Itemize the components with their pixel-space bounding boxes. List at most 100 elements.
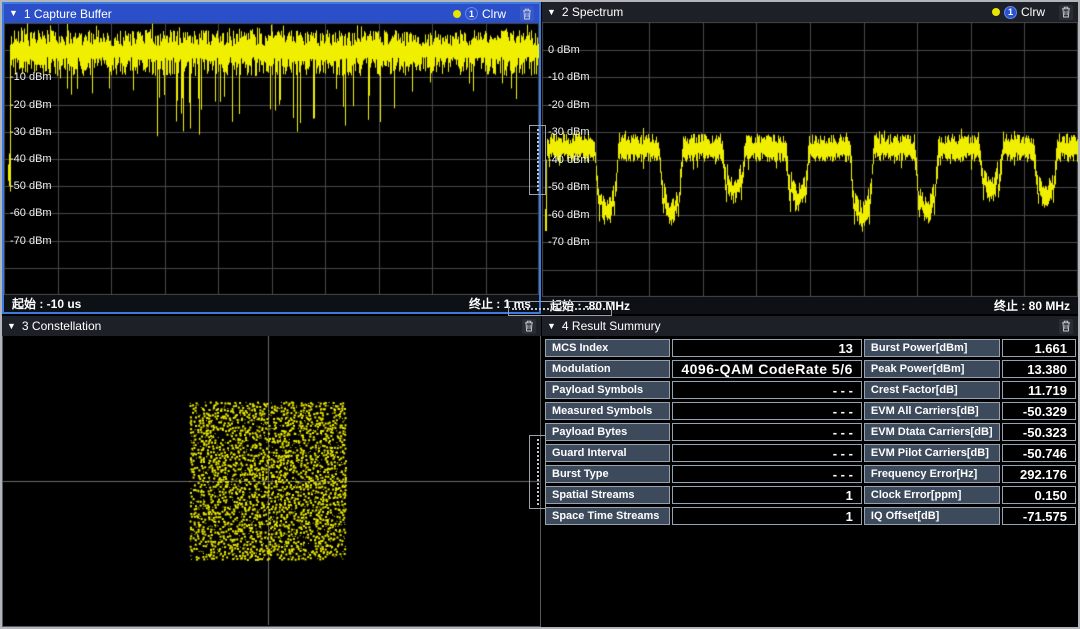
window-constellation: ▼ 3 Constellation — [2, 316, 541, 627]
trace-color-dot-icon — [453, 10, 461, 18]
result-label-cell: EVM Dtata Carriers[dB] — [864, 423, 1000, 441]
result-summary-titlebar[interactable]: ▼ 4 Result Summury — [542, 316, 1078, 336]
result-label-cell: Crest Factor[dB] — [864, 381, 1000, 399]
collapse-icon[interactable]: ▼ — [547, 8, 556, 17]
y-axis-label: -20 dBm — [10, 98, 52, 112]
result-value-cell: - - - — [672, 381, 862, 399]
constellation-titlebar[interactable]: ▼ 3 Constellation — [2, 316, 541, 336]
result-value-cell: 4096-QAM CodeRate 5/6 — [672, 360, 862, 378]
collapse-icon[interactable]: ▼ — [547, 322, 556, 331]
collapse-icon[interactable]: ▼ — [9, 9, 18, 18]
capture-buffer-canvas — [4, 23, 539, 295]
result-label-cell: Measured Symbols — [545, 402, 670, 420]
splitter-horizontal-center[interactable] — [508, 301, 612, 316]
analyzer-screen: ▼ 1 Capture Buffer 1 Clrw -10 dBm -20 dBm… — [0, 0, 1080, 629]
y-axis-label: -60 dBm — [10, 206, 52, 220]
delete-window-button[interactable] — [1059, 319, 1073, 334]
x-end-label: 终止 : 80 MHz — [994, 297, 1070, 314]
window-result-summary: ▼ 4 Result Summury MCS Index 13 Burst Po… — [542, 316, 1078, 627]
y-axis-label: -40 dBm — [548, 153, 590, 167]
splitter-vertical-bottom[interactable] — [529, 435, 546, 509]
result-label-cell: Peak Power[dBm] — [864, 360, 1000, 378]
result-value-cell: 1.661 — [1002, 339, 1076, 357]
y-axis-label: -70 dBm — [548, 235, 590, 249]
y-axis-label: -10 dBm — [10, 70, 52, 84]
result-value-cell: - - - — [672, 423, 862, 441]
splitter-vertical-top[interactable] — [529, 125, 546, 195]
result-label-cell: Payload Symbols — [545, 381, 670, 399]
trace-mode-label: Clrw — [1021, 5, 1045, 19]
delete-window-button[interactable] — [522, 319, 536, 334]
spectrum-plot[interactable]: 0 dBm-10 dBm-20 dBm-30 dBm-40 dBm-50 dBm… — [542, 22, 1078, 297]
y-axis-label: -30 dBm — [10, 125, 52, 139]
result-label-cell: Clock Error[ppm] — [864, 486, 1000, 504]
window-title: 1 Capture Buffer — [24, 7, 112, 21]
spectrum-xaxis: 起始 : -80 MHz 终止 : 80 MHz — [542, 297, 1078, 314]
window-title: 4 Result Summury — [562, 319, 661, 333]
x-start-label: 起始 : -10 us — [12, 295, 81, 312]
spectrum-canvas — [542, 22, 1078, 297]
window-capture-buffer: ▼ 1 Capture Buffer 1 Clrw -10 dBm -20 dBm… — [2, 2, 541, 314]
constellation-plot[interactable] — [2, 336, 541, 627]
capture-buffer-titlebar[interactable]: ▼ 1 Capture Buffer 1 Clrw — [4, 4, 539, 23]
capture-buffer-plot[interactable]: -10 dBm -20 dBm -30 dBm -40 dBm -50 dBm -60 d… — [4, 23, 539, 295]
result-label-cell: IQ Offset[dB] — [864, 507, 1000, 525]
capture-buffer-xaxis: 起始 : -10 us 终止 : 1 ms — [4, 295, 539, 312]
y-axis-label: -70 dBm — [10, 234, 52, 248]
table-row: Burst Type - - - Frequency Error[Hz] 292… — [545, 465, 1076, 483]
result-label-cell: Space Time Streams — [545, 507, 670, 525]
table-row: Modulation 4096-QAM CodeRate 5/6 Peak Po… — [545, 360, 1076, 378]
y-axis-label: -10 dBm — [548, 70, 590, 84]
result-value-cell: 1 — [672, 507, 862, 525]
y-axis-label: 0 dBm — [548, 43, 580, 57]
window-title: 3 Constellation — [22, 319, 101, 333]
y-axis-label: -40 dBm — [10, 152, 52, 166]
result-label-cell: MCS Index — [545, 339, 670, 357]
result-label-cell: Modulation — [545, 360, 670, 378]
table-row: Measured Symbols - - - EVM All Carriers[… — [545, 402, 1076, 420]
result-label-cell: Payload Bytes — [545, 423, 670, 441]
result-label-cell: Frequency Error[Hz] — [864, 465, 1000, 483]
result-value-cell: -50.746 — [1002, 444, 1076, 462]
trace-legend[interactable]: 1 Clrw — [453, 7, 506, 21]
result-value-cell: -50.323 — [1002, 423, 1076, 441]
trace-mode-label: Clrw — [482, 7, 506, 21]
result-value-cell: - - - — [672, 465, 862, 483]
trash-icon — [1061, 6, 1071, 18]
trash-icon — [524, 320, 534, 332]
y-axis-label: -20 dBm — [548, 98, 590, 112]
result-value-cell: 11.719 — [1002, 381, 1076, 399]
result-value-cell: 0.150 — [1002, 486, 1076, 504]
trash-icon — [522, 8, 532, 20]
delete-window-button[interactable] — [520, 6, 534, 21]
result-value-cell: 13.380 — [1002, 360, 1076, 378]
result-value-cell: -71.575 — [1002, 507, 1076, 525]
result-value-cell: -50.329 — [1002, 402, 1076, 420]
collapse-icon[interactable]: ▼ — [7, 322, 16, 331]
result-value-cell: - - - — [672, 444, 862, 462]
table-row: Payload Symbols - - - Crest Factor[dB] 1… — [545, 381, 1076, 399]
trace-legend[interactable]: 1 Clrw — [992, 5, 1045, 19]
result-label-cell: Burst Type — [545, 465, 670, 483]
result-label-cell: Guard Interval — [545, 444, 670, 462]
y-axis-label: -50 dBm — [10, 179, 52, 193]
result-value-cell: - - - — [672, 402, 862, 420]
y-axis-label: -60 dBm — [548, 208, 590, 222]
table-row: Payload Bytes - - - EVM Dtata Carriers[d… — [545, 423, 1076, 441]
trace-color-dot-icon — [992, 8, 1000, 16]
y-axis-label: -30 dBm — [548, 125, 590, 139]
table-row: Guard Interval - - - EVM Pilot Carriers[… — [545, 444, 1076, 462]
delete-window-button[interactable] — [1059, 5, 1073, 20]
trace-number-badge: 1 — [465, 7, 478, 20]
result-label-cell: EVM Pilot Carriers[dB] — [864, 444, 1000, 462]
result-label-cell: Spatial Streams — [545, 486, 670, 504]
trash-icon — [1061, 320, 1071, 332]
spectrum-titlebar[interactable]: ▼ 2 Spectrum 1 Clrw — [542, 2, 1078, 22]
result-summary-table: MCS Index 13 Burst Power[dBm] 1.661 Modu… — [543, 336, 1078, 528]
window-title: 2 Spectrum — [562, 5, 623, 19]
table-row: Space Time Streams 1 IQ Offset[dB] -71.5… — [545, 507, 1076, 525]
table-row: Spatial Streams 1 Clock Error[ppm] 0.150 — [545, 486, 1076, 504]
result-value-cell: 292.176 — [1002, 465, 1076, 483]
table-row: MCS Index 13 Burst Power[dBm] 1.661 — [545, 339, 1076, 357]
result-value-cell: 13 — [672, 339, 862, 357]
